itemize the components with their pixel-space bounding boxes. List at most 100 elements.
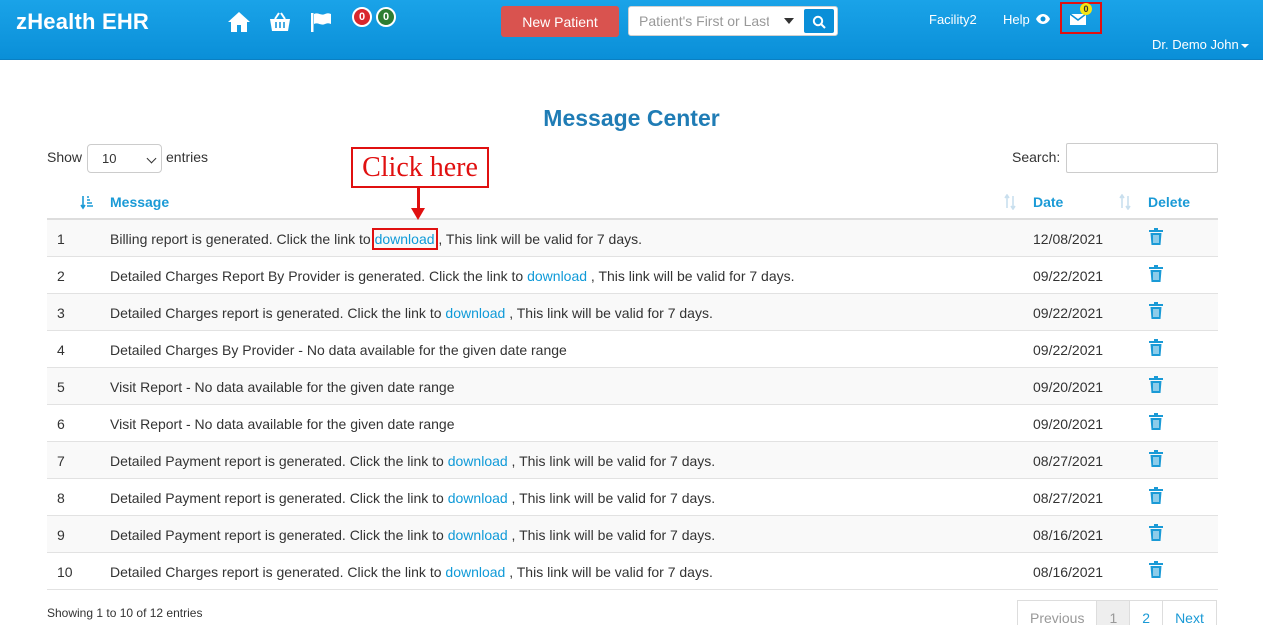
page-button-2[interactable]: 2 bbox=[1129, 600, 1164, 625]
trash-icon[interactable] bbox=[1148, 339, 1164, 357]
sort-icon[interactable] bbox=[80, 194, 94, 210]
entries-value: 10 bbox=[102, 151, 117, 166]
callout-arrow bbox=[417, 188, 420, 210]
trash-icon[interactable] bbox=[1148, 524, 1164, 542]
message-suffix: , This link will be valid for 7 days. bbox=[507, 453, 716, 469]
row-number: 10 bbox=[57, 564, 73, 580]
alert-count-badge[interactable]: 0 bbox=[352, 7, 372, 27]
app-brand[interactable]: zHealth EHR bbox=[16, 9, 149, 35]
user-name: Dr. Demo John bbox=[1152, 37, 1239, 52]
message-suffix: , This link will be valid for 7 days. bbox=[434, 231, 643, 247]
messages-table: Message Date Delete 1 Billing report is g… bbox=[47, 185, 1218, 590]
date-cell: 09/22/2021 bbox=[1033, 268, 1104, 284]
table-row: 6 Visit Report - No data available for th… bbox=[47, 405, 1218, 442]
date-cell: 09/22/2021 bbox=[1033, 342, 1104, 358]
previous-page-button[interactable]: Previous bbox=[1017, 600, 1098, 625]
row-number: 3 bbox=[57, 305, 65, 321]
message-count-badge: 0 bbox=[1080, 3, 1092, 15]
message-text: Detailed Charges Report By Provider is g… bbox=[110, 268, 528, 284]
row-number: 4 bbox=[57, 342, 65, 358]
entries-per-page-select[interactable]: 10 bbox=[87, 144, 162, 173]
column-header-delete: Delete bbox=[1148, 194, 1191, 210]
table-search-label: Search: bbox=[1012, 149, 1061, 165]
date-cell: 08/27/2021 bbox=[1033, 490, 1104, 506]
table-search-input[interactable] bbox=[1066, 143, 1218, 173]
message-cell: Detailed Charges report is generated. Cl… bbox=[110, 564, 713, 580]
download-link[interactable]: download bbox=[445, 564, 505, 580]
trash-icon[interactable] bbox=[1148, 376, 1164, 394]
pagination: Previous 1 2 Next bbox=[1017, 600, 1217, 625]
message-cell: Detailed Charges Report By Provider is g… bbox=[110, 268, 795, 284]
user-menu[interactable]: Dr. Demo John bbox=[1152, 37, 1249, 52]
page-title: Message Center bbox=[543, 105, 720, 131]
facility-link[interactable]: Facility2 bbox=[929, 12, 977, 27]
table-row: 3 Detailed Charges report is generated. C… bbox=[47, 294, 1218, 331]
basket-icon[interactable] bbox=[267, 10, 293, 34]
date-cell: 09/20/2021 bbox=[1033, 416, 1104, 432]
message-cell: Detailed Payment report is generated. Cl… bbox=[110, 453, 715, 469]
message-cell: Detailed Charges report is generated. Cl… bbox=[110, 305, 713, 321]
message-cell: Billing report is generated. Click the l… bbox=[110, 228, 643, 250]
table-row: 9 Detailed Payment report is generated. C… bbox=[47, 516, 1218, 553]
table-row: 2 Detailed Charges Report By Provider is … bbox=[47, 257, 1218, 294]
date-cell: 08/16/2021 bbox=[1033, 527, 1104, 543]
home-icon[interactable] bbox=[226, 10, 252, 34]
row-number: 1 bbox=[57, 231, 65, 247]
message-cell: Visit Report - No data available for the… bbox=[110, 416, 455, 432]
download-link[interactable]: download bbox=[448, 527, 508, 543]
download-link[interactable]: download bbox=[371, 228, 438, 250]
new-patient-button[interactable]: New Patient bbox=[501, 6, 619, 37]
download-link[interactable]: download bbox=[448, 453, 508, 469]
trash-icon[interactable] bbox=[1148, 413, 1164, 431]
table-row: 7 Detailed Payment report is generated. C… bbox=[47, 442, 1218, 479]
message-cell: Detailed Payment report is generated. Cl… bbox=[110, 490, 715, 506]
help-link[interactable]: Help bbox=[1003, 12, 1030, 27]
message-text: Detailed Charges report is generated. Cl… bbox=[110, 564, 446, 580]
message-text: Visit Report - No data available for the… bbox=[110, 416, 455, 432]
message-suffix: , This link will be valid for 7 days. bbox=[507, 490, 716, 506]
trash-icon[interactable] bbox=[1148, 228, 1164, 246]
table-row: 10 Detailed Charges report is generated. … bbox=[47, 553, 1218, 590]
task-count-badge[interactable]: 0 bbox=[376, 7, 396, 27]
message-suffix: , This link will be valid for 7 days. bbox=[505, 564, 713, 580]
message-text: Billing report is generated. Click the l… bbox=[110, 231, 375, 247]
download-link[interactable]: download bbox=[527, 268, 587, 284]
date-cell: 08/16/2021 bbox=[1033, 564, 1104, 580]
message-cell: Detailed Charges By Provider - No data a… bbox=[110, 342, 567, 358]
page-button-1[interactable]: 1 bbox=[1096, 600, 1131, 625]
sort-icon[interactable] bbox=[1118, 194, 1132, 210]
row-number: 9 bbox=[57, 527, 65, 543]
table-row: 4 Detailed Charges By Provider - No data … bbox=[47, 331, 1218, 368]
trash-icon[interactable] bbox=[1148, 265, 1164, 283]
patient-search-button[interactable] bbox=[804, 9, 834, 33]
callout-arrow-head bbox=[411, 208, 425, 220]
flag-icon[interactable] bbox=[308, 10, 334, 34]
trash-icon[interactable] bbox=[1148, 450, 1164, 468]
row-number: 8 bbox=[57, 490, 65, 506]
messages-button[interactable]: 0 bbox=[1060, 2, 1102, 34]
click-here-callout: Click here bbox=[351, 147, 489, 188]
download-link[interactable]: download bbox=[445, 305, 505, 321]
next-page-button[interactable]: Next bbox=[1162, 600, 1217, 625]
table-row: 1 Billing report is generated. Click the … bbox=[47, 220, 1218, 257]
caret-down-icon bbox=[1240, 43, 1249, 48]
row-number: 7 bbox=[57, 453, 65, 469]
table-info: Showing 1 to 10 of 12 entries bbox=[47, 606, 203, 620]
search-type-dropdown-icon[interactable] bbox=[784, 18, 794, 24]
sort-icon[interactable] bbox=[1003, 194, 1017, 210]
entries-label: entries bbox=[166, 149, 209, 165]
trash-icon[interactable] bbox=[1148, 487, 1164, 505]
download-link[interactable]: download bbox=[448, 490, 508, 506]
trash-icon[interactable] bbox=[1148, 302, 1164, 320]
column-header-message[interactable]: Message bbox=[110, 194, 169, 210]
message-suffix: , This link will be valid for 7 days. bbox=[505, 305, 713, 321]
patient-search-input[interactable] bbox=[629, 7, 769, 35]
eye-icon[interactable] bbox=[1035, 11, 1051, 27]
trash-icon[interactable] bbox=[1148, 561, 1164, 579]
message-text: Detailed Payment report is generated. Cl… bbox=[110, 453, 448, 469]
message-suffix: , This link will be valid for 7 days. bbox=[507, 527, 716, 543]
message-cell: Visit Report - No data available for the… bbox=[110, 379, 455, 395]
table-body: 1 Billing report is generated. Click the … bbox=[47, 220, 1218, 590]
table-row: 5 Visit Report - No data available for th… bbox=[47, 368, 1218, 405]
column-header-date[interactable]: Date bbox=[1033, 194, 1063, 210]
